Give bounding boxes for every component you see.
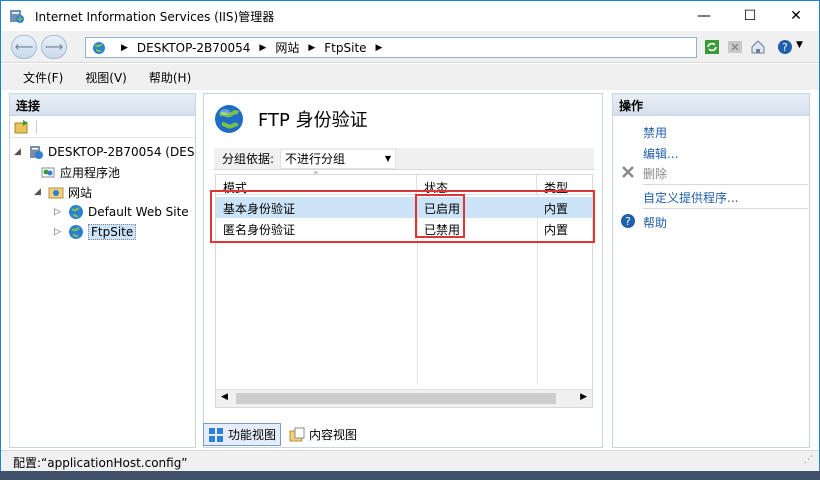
close-button[interactable]: ✕ xyxy=(773,1,819,31)
tab-content-view[interactable]: 内容视图 xyxy=(285,424,361,445)
address-toolbar: ⟵ ⟶ ▶ DESKTOP-2B70054 ▶ 网站 ▶ FtpSite ▶ ?… xyxy=(1,31,819,63)
breadcrumb-sites[interactable]: 网站 xyxy=(275,39,299,56)
svg-text:?: ? xyxy=(782,41,788,54)
app-pool-icon xyxy=(41,167,55,178)
action-remove-link: 删除 xyxy=(643,167,668,181)
group-by-select[interactable]: 不进行分组 ▼ xyxy=(280,148,397,169)
scroll-left-icon[interactable]: ◀ xyxy=(221,392,228,402)
action-help-link[interactable]: 帮助 xyxy=(643,214,667,231)
help-icon: ? xyxy=(621,214,635,228)
tree-label-sites: 网站 xyxy=(68,185,93,200)
tree-label-app-pools: 应用程序池 xyxy=(60,165,121,180)
globe-icon xyxy=(215,105,243,133)
actions-divider xyxy=(643,184,808,185)
tree-item-default-site[interactable]: ▷ Default Web Site xyxy=(54,202,189,222)
group-by-label: 分组依据: xyxy=(222,152,275,166)
tree-label-default-site: Default Web Site xyxy=(88,205,189,219)
window-title: Internet Information Services (IIS)管理器 xyxy=(35,10,275,24)
iis-manager-window: Internet Information Services (IIS)管理器 —… xyxy=(0,0,820,480)
back-button[interactable]: ⟵ xyxy=(11,35,37,59)
chevron-right-icon: ▶ xyxy=(121,42,128,53)
connections-pane: 连接 ◢ DESKTOP-2B70054 (DES 应用程序池 ◢ 网站 ▷ D… xyxy=(9,93,196,448)
chevron-right-icon: ▶ xyxy=(375,42,383,53)
breadcrumb-server[interactable]: DESKTOP-2B70054 xyxy=(137,41,251,55)
actions-pane: 操作 禁用 编辑... 删除 自定义提供程序... ? 帮助 xyxy=(612,93,810,448)
status-bar: 配置:“applicationHost.config” ⋰ xyxy=(1,450,819,472)
title-bar: Internet Information Services (IIS)管理器 —… xyxy=(1,1,819,31)
status-config-text: 配置:“applicationHost.config” xyxy=(13,456,188,470)
folder-icon xyxy=(48,187,64,199)
iis-app-icon xyxy=(10,10,24,23)
maximize-button[interactable]: ☐ xyxy=(727,1,773,31)
connections-header: 连接 xyxy=(10,94,195,116)
forward-button[interactable]: ⟶ xyxy=(41,35,67,59)
tree-item-server[interactable]: ◢ DESKTOP-2B70054 (DES xyxy=(14,142,194,162)
svg-text:?: ? xyxy=(625,215,631,228)
scrollbar-thumb[interactable] xyxy=(236,393,556,404)
scroll-right-icon[interactable]: ▶ xyxy=(580,392,587,402)
sort-ascending-icon: ⌃ xyxy=(312,171,320,181)
actions-header: 操作 xyxy=(613,94,809,116)
page-title: FTP 身份验证 xyxy=(258,110,368,131)
actions-divider xyxy=(643,208,808,209)
tree-item-app-pools[interactable]: 应用程序池 xyxy=(40,162,120,182)
action-disable-link[interactable]: 禁用 xyxy=(643,124,667,141)
connections-toolbar xyxy=(10,116,195,138)
menu-bar: 文件(F) 视图(V) 帮助(H) xyxy=(1,64,819,90)
connect-icon[interactable] xyxy=(14,119,30,135)
desktop-background-strip xyxy=(0,471,820,480)
highlight-rows-box xyxy=(210,190,595,243)
refresh-icon[interactable] xyxy=(704,39,720,55)
chevron-right-icon[interactable]: ▷ xyxy=(54,227,64,237)
chevron-right-icon: ▶ xyxy=(308,42,316,53)
menu-help[interactable]: 帮助(H) xyxy=(149,69,191,86)
action-custom-provider-link[interactable]: 自定义提供程序... xyxy=(643,189,738,206)
tree-item-ftpsite[interactable]: ▷ FtpSite xyxy=(54,222,137,242)
arrow-right-icon: ⟶ xyxy=(44,39,64,55)
horizontal-scrollbar[interactable]: ◀ ▶ xyxy=(216,389,592,407)
globe-icon xyxy=(69,225,83,239)
highlight-status-box xyxy=(415,194,465,238)
chevron-right-icon: ▶ xyxy=(259,42,267,53)
chevron-right-icon[interactable]: ▷ xyxy=(54,207,64,217)
group-by-value: 不进行分组 xyxy=(285,152,346,166)
breadcrumb-ftpsite[interactable]: FtpSite xyxy=(324,41,366,55)
globe-icon xyxy=(93,41,105,54)
menu-file[interactable]: 文件(F) xyxy=(23,69,63,86)
chevron-down-icon[interactable]: ◢ xyxy=(14,147,24,157)
chevron-down-icon[interactable]: ◢ xyxy=(34,187,44,197)
menu-view[interactable]: 视图(V) xyxy=(85,69,127,86)
server-icon xyxy=(30,146,43,159)
stop-icon[interactable] xyxy=(727,39,743,55)
arrow-left-icon: ⟵ xyxy=(14,39,34,55)
remove-icon xyxy=(622,166,634,178)
resize-grip-icon[interactable]: ⋰ xyxy=(804,455,813,465)
features-view-icon xyxy=(209,427,223,442)
help-dropdown-icon[interactable]: ▼ xyxy=(796,40,803,50)
minimize-button[interactable]: — xyxy=(681,1,727,31)
toolbar-divider xyxy=(36,120,37,134)
view-tabs: 功能视图 内容视图 xyxy=(203,423,365,446)
group-by-bar: 分组依据: 不进行分组 ▼ xyxy=(214,148,594,170)
action-edit-link[interactable]: 编辑... xyxy=(643,145,678,162)
content-view-icon xyxy=(289,427,305,441)
home-icon[interactable] xyxy=(750,39,766,55)
globe-icon xyxy=(69,205,83,219)
tab-features-view[interactable]: 功能视图 xyxy=(203,423,282,446)
tree-label-ftpsite: FtpSite xyxy=(88,224,137,240)
tree-label-server: DESKTOP-2B70054 (DES xyxy=(48,145,195,159)
tree-item-sites[interactable]: ◢ 网站 xyxy=(34,182,92,202)
help-icon[interactable]: ? xyxy=(777,39,793,55)
feature-pane: FTP 身份验证 分组依据: 不进行分组 ▼ 模式 ⌃ 状态 类型 基本身份验证 xyxy=(203,93,603,448)
address-bar[interactable]: ▶ DESKTOP-2B70054 ▶ 网站 ▶ FtpSite ▶ xyxy=(85,37,697,58)
chevron-down-icon: ▼ xyxy=(384,154,392,163)
feature-header: FTP 身份验证 xyxy=(214,104,368,134)
